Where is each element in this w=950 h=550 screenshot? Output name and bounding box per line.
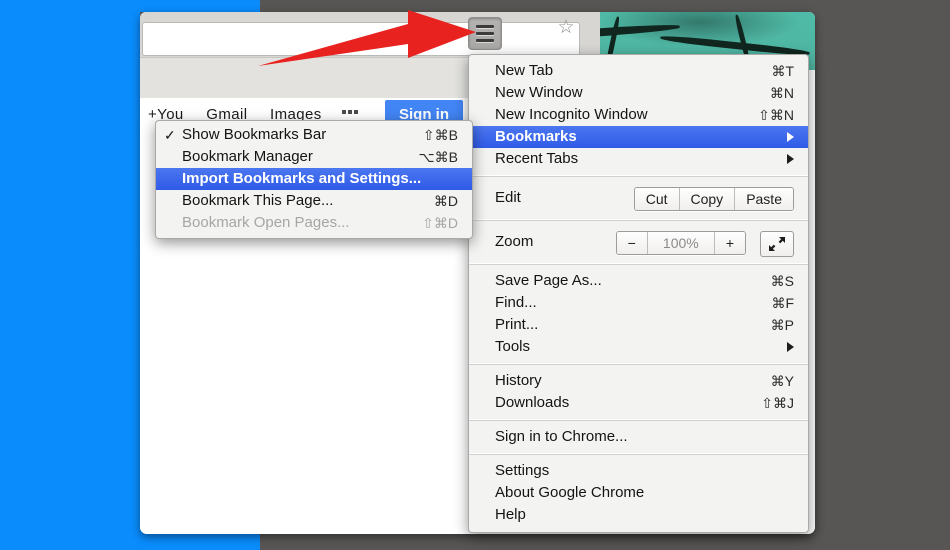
menu-item-label: Settings <box>495 462 550 479</box>
menu-item-about-google-chrome[interactable]: About Google Chrome <box>469 482 808 504</box>
checkmark-icon: ✓ <box>164 127 176 143</box>
menu-item-label: Bookmark Open Pages... <box>182 214 350 231</box>
menu-item-new-incognito-window[interactable]: New Incognito Window ⇧⌘N <box>469 104 808 126</box>
menu-item-label: Bookmark This Page... <box>182 192 334 209</box>
zoom-level-value: 100% <box>647 232 715 254</box>
chevron-right-icon <box>787 132 794 142</box>
menu-item-label: New Window <box>495 84 583 101</box>
menu-item-shortcut: ⌘T <box>771 63 794 79</box>
menu-item-label: New Incognito Window <box>495 106 648 123</box>
menu-item-label: Import Bookmarks and Settings... <box>182 170 422 187</box>
menu-item-label: Bookmark Manager <box>182 148 313 165</box>
chrome-main-menu[interactable]: New Tab ⌘T New Window ⌘N New Incognito W… <box>468 54 809 533</box>
menu-item-shortcut: ⇧⌘N <box>758 107 794 123</box>
menu-item-label: About Google Chrome <box>495 484 645 501</box>
menu-separator <box>469 419 808 421</box>
bookmark-star-icon[interactable]: ☆ <box>556 18 576 38</box>
menu-separator <box>469 175 808 177</box>
menu-item-find[interactable]: Find... ⌘F <box>469 292 808 314</box>
cut-button[interactable]: Cut <box>634 188 680 210</box>
submenu-item-bookmark-this-page[interactable]: Bookmark This Page... ⌘D <box>156 190 472 212</box>
bookmarks-submenu[interactable]: ✓ Show Bookmarks Bar ⇧⌘B Bookmark Manage… <box>155 120 473 239</box>
menu-item-help[interactable]: Help <box>469 504 808 526</box>
chevron-right-icon <box>787 342 794 352</box>
hamburger-bar <box>476 25 494 28</box>
submenu-item-bookmark-open-pages: Bookmark Open Pages... ⇧⌘D <box>156 212 472 234</box>
menu-item-label: Show Bookmarks Bar <box>182 126 327 143</box>
menu-item-sign-in-to-chrome[interactable]: Sign in to Chrome... <box>469 426 808 448</box>
menu-item-label: Downloads <box>495 394 570 411</box>
zoom-out-button[interactable]: − <box>616 232 648 254</box>
copy-button[interactable]: Copy <box>679 188 736 210</box>
menu-item-shortcut: ⇧⌘B <box>422 127 458 143</box>
menu-separator <box>469 219 808 221</box>
edit-button-group[interactable]: Cut Copy Paste <box>633 187 794 211</box>
menu-item-shortcut: ⌥⌘B <box>418 149 458 165</box>
hamburger-bar <box>476 39 494 42</box>
desktop-background-left <box>0 0 140 550</box>
submenu-item-import-bookmarks-and-settings[interactable]: Import Bookmarks and Settings... <box>156 168 472 190</box>
fullscreen-icon <box>769 237 785 251</box>
menu-item-settings[interactable]: Settings <box>469 460 808 482</box>
menu-item-label: Zoom <box>495 233 534 250</box>
menu-item-save-page-as[interactable]: Save Page As... ⌘S <box>469 270 808 292</box>
menu-item-new-tab[interactable]: New Tab ⌘T <box>469 60 808 82</box>
menu-item-shortcut: ⌘S <box>770 273 794 289</box>
menu-item-shortcut: ⇧⌘D <box>422 215 458 231</box>
zoom-button-group[interactable]: − 100% + <box>615 231 746 255</box>
chevron-right-icon <box>787 154 794 164</box>
paste-button[interactable]: Paste <box>735 188 793 210</box>
menu-item-print[interactable]: Print... ⌘P <box>469 314 808 336</box>
menu-item-label: Sign in to Chrome... <box>495 428 628 445</box>
menu-item-shortcut: ⌘N <box>769 85 794 101</box>
menu-item-shortcut: ⌘F <box>771 295 794 311</box>
menu-item-label: Tools <box>495 338 531 355</box>
menu-row-edit: Edit Cut Copy Paste <box>469 182 808 214</box>
menu-item-shortcut: ⌘D <box>433 193 458 209</box>
menu-item-label: Edit <box>495 189 521 206</box>
menu-item-label: Find... <box>495 294 537 311</box>
menu-item-label: Save Page As... <box>495 272 602 289</box>
menu-item-history[interactable]: History ⌘Y <box>469 370 808 392</box>
menu-item-shortcut: ⇧⌘J <box>761 395 794 411</box>
menu-item-label: New Tab <box>495 62 554 79</box>
menu-item-label: Bookmarks <box>495 128 577 145</box>
menu-item-shortcut: ⌘P <box>770 317 794 333</box>
hamburger-bar <box>476 32 494 35</box>
submenu-item-show-bookmarks-bar[interactable]: ✓ Show Bookmarks Bar ⇧⌘B <box>156 124 472 146</box>
menu-item-new-window[interactable]: New Window ⌘N <box>469 82 808 104</box>
menu-item-label: Print... <box>495 316 539 333</box>
menu-separator <box>469 453 808 455</box>
menu-item-recent-tabs[interactable]: Recent Tabs <box>469 148 808 170</box>
red-arrow-icon <box>258 10 476 66</box>
fullscreen-button[interactable] <box>760 231 794 257</box>
menu-item-shortcut: ⌘Y <box>770 373 794 389</box>
menu-item-bookmarks[interactable]: Bookmarks <box>469 126 808 148</box>
menu-row-zoom: Zoom − 100% + <box>469 226 808 258</box>
menu-item-label: Help <box>495 506 526 523</box>
zoom-in-button[interactable]: + <box>714 232 745 254</box>
menu-item-tools[interactable]: Tools <box>469 336 808 358</box>
menu-item-label: Recent Tabs <box>495 150 579 167</box>
menu-separator <box>469 263 808 265</box>
menu-separator <box>469 363 808 365</box>
menu-item-label: History <box>495 372 542 389</box>
desktop-background-top <box>0 0 260 12</box>
menu-item-downloads[interactable]: Downloads ⇧⌘J <box>469 392 808 414</box>
screenshot-root: ☆ +You Gmail Images Sign in New Tab ⌘T N… <box>0 0 950 550</box>
submenu-item-bookmark-manager[interactable]: Bookmark Manager ⌥⌘B <box>156 146 472 168</box>
